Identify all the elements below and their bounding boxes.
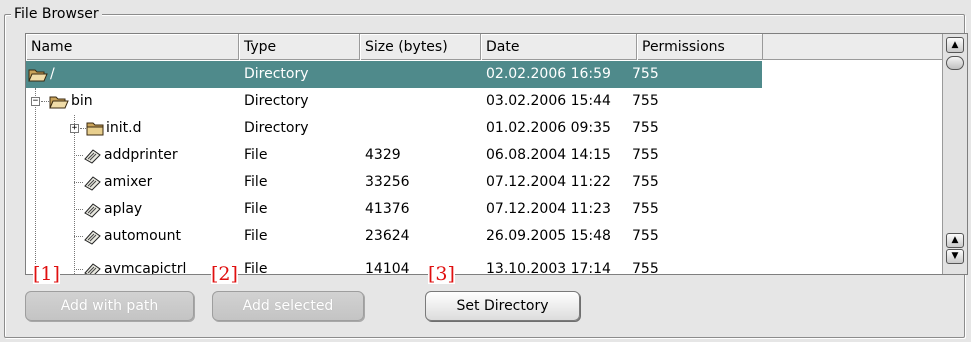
row-size: 23624 (365, 228, 410, 244)
scroll-up-button[interactable]: ▲ (946, 37, 964, 53)
row-size: 33256 (365, 174, 410, 190)
scroll-down-button[interactable]: ▼ (946, 249, 964, 264)
folder-open-icon (28, 69, 48, 82)
collapse-icon[interactable]: − (31, 97, 40, 106)
tree-line (74, 236, 83, 237)
row-permissions: 755 (632, 261, 659, 275)
row-date: 13.10.2003 17:14 (486, 261, 611, 275)
row-type: Directory (244, 66, 309, 82)
marker-2: [2] (211, 263, 238, 285)
row-name: automount (104, 228, 181, 244)
table-row[interactable]: addprinter File 4329 06.08.2004 14:15 75… (26, 142, 942, 169)
table-row[interactable]: automount File 23624 26.09.2005 15:48 75… (26, 223, 942, 250)
row-size: 14104 (365, 261, 410, 275)
tree-line (74, 209, 83, 210)
row-type: File (244, 261, 268, 275)
executable-file-icon (84, 149, 101, 164)
row-permissions: 755 (632, 120, 659, 136)
row-name: init.d (106, 120, 142, 136)
row-date: 01.02.2006 09:35 (486, 120, 611, 136)
table-row[interactable]: aplay File 41376 07.12.2004 11:23 755 (26, 196, 942, 223)
executable-file-icon (84, 230, 101, 245)
tree-line (74, 182, 83, 183)
marker-1: [1] (33, 263, 60, 285)
column-header-name[interactable]: Name (26, 34, 239, 60)
executable-file-icon (84, 176, 101, 191)
row-date: 26.09.2005 15:48 (486, 228, 611, 244)
add-selected-button[interactable]: Add selected (212, 291, 364, 321)
executable-file-icon (84, 203, 101, 218)
column-header-permissions[interactable]: Permissions (637, 34, 763, 60)
vertical-scrollbar[interactable]: ▲ ▲ ▼ (942, 34, 967, 274)
table-row[interactable]: / Directory 02.02.2006 16:59 755 (26, 61, 942, 88)
column-header-size[interactable]: Size (bytes) (360, 34, 481, 60)
marker-3: [3] (428, 263, 455, 285)
row-date: 07.12.2004 11:23 (486, 201, 611, 217)
folder-icon (86, 122, 104, 136)
row-permissions: 755 (632, 147, 659, 163)
table-row[interactable]: avmcapictrl File 14104 13.10.2003 17:14 … (26, 256, 942, 275)
row-name: / (50, 66, 55, 82)
executable-file-icon (84, 263, 101, 274)
row-size: 41376 (365, 201, 410, 217)
row-permissions: 755 (632, 174, 659, 190)
row-type: Directory (244, 93, 309, 109)
row-date: 06.08.2004 14:15 (486, 147, 611, 163)
row-date: 07.12.2004 11:22 (486, 174, 611, 190)
table-row[interactable]: + init.d Directory 01.02.2006 09:35 755 (26, 115, 942, 142)
expand-icon[interactable]: + (70, 124, 79, 133)
folder-open-icon (49, 96, 69, 109)
table-header: Name Type Size (bytes) Date Permissions (26, 34, 942, 60)
group-title: File Browser (11, 5, 102, 23)
add-with-path-button[interactable]: Add with path (25, 291, 194, 321)
row-permissions: 755 (632, 93, 659, 109)
row-type: File (244, 201, 268, 217)
row-name: amixer (104, 174, 153, 190)
row-type: File (244, 147, 268, 163)
row-type: Directory (244, 120, 309, 136)
column-header-type[interactable]: Type (239, 34, 360, 60)
table-row[interactable]: − bin Directory 03.02.2006 15:44 755 (26, 88, 942, 115)
file-tree-table[interactable]: Name Type Size (bytes) Date Permissions … (25, 33, 968, 275)
column-header-date[interactable]: Date (481, 34, 637, 60)
tree-line (41, 101, 49, 102)
row-name: bin (71, 93, 93, 109)
scroll-thumb[interactable] (946, 56, 964, 70)
row-type: File (244, 228, 268, 244)
row-type: File (244, 174, 268, 190)
row-size: 4329 (365, 147, 401, 163)
row-date: 02.02.2006 16:59 (486, 66, 611, 82)
row-permissions: 755 (632, 201, 659, 217)
table-row[interactable]: amixer File 33256 07.12.2004 11:22 755 (26, 169, 942, 196)
tree-line (74, 269, 83, 270)
row-name: addprinter (104, 147, 178, 163)
row-date: 03.02.2006 15:44 (486, 93, 611, 109)
row-permissions: 755 (632, 228, 659, 244)
set-directory-button[interactable]: Set Directory (425, 291, 580, 321)
row-permissions: 755 (632, 66, 659, 82)
row-name: aplay (104, 201, 143, 217)
row-name: avmcapictrl (104, 261, 187, 275)
tree-line (74, 155, 83, 156)
scroll-up-button[interactable]: ▲ (946, 233, 964, 248)
